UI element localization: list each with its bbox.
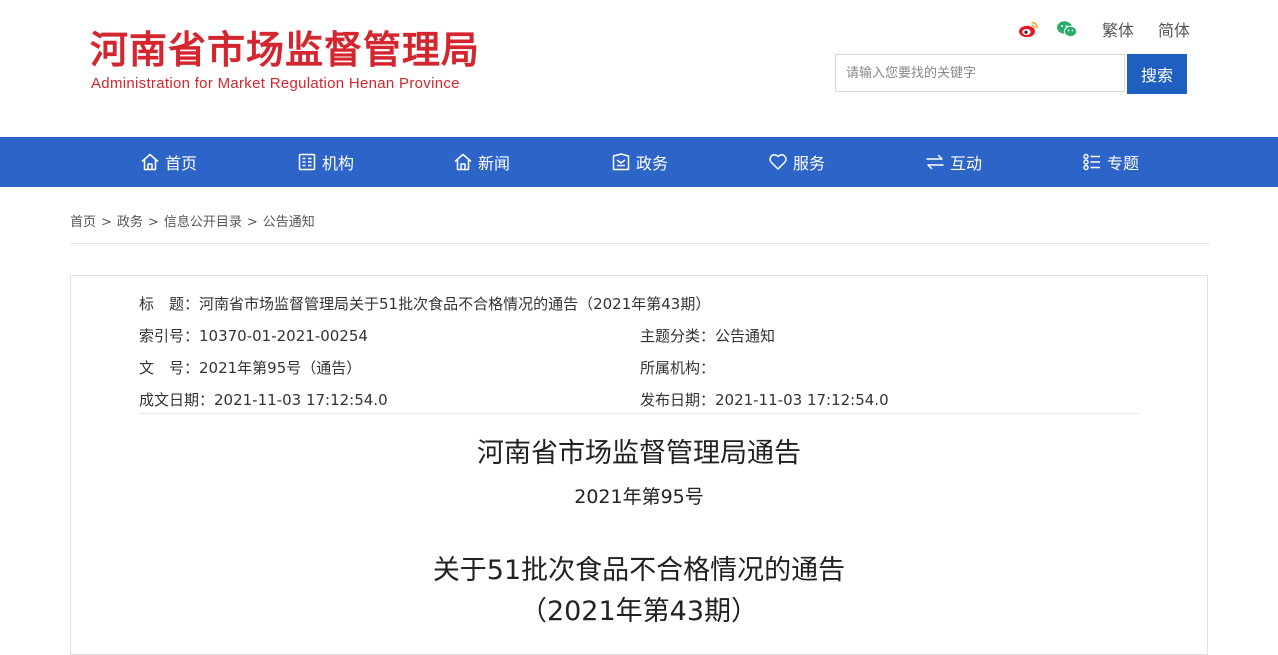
nav-item-government-affairs[interactable]: 政务 <box>611 137 668 187</box>
organization-icon <box>297 152 317 172</box>
news-icon <box>453 152 473 172</box>
nav-label: 机构 <box>322 154 355 173</box>
site-subtitle: Administration for Market Regulation Hen… <box>91 75 460 92</box>
breadcrumb: 首页 > 政务 > 信息公开目录 > 公告通知 <box>70 211 315 230</box>
simplified-chinese-link[interactable]: 简体 <box>1158 17 1190 41</box>
site-title[interactable]: 河南省市场监督管理局 <box>90 26 480 74</box>
nav-label: 新闻 <box>478 154 511 173</box>
breadcrumb-item-info-directory[interactable]: 信息公开目录 <box>164 215 242 230</box>
breadcrumb-separator: > <box>147 215 159 230</box>
search-button[interactable]: 搜索 <box>1127 54 1187 94</box>
nav-label: 专题 <box>1107 154 1140 173</box>
meta-index-number: 索引号：10370-01-2021-00254 <box>139 327 368 345</box>
nav-item-services[interactable]: 服务 <box>768 137 825 187</box>
meta-published-date: 发布日期：2021-11-03 17:12:54.0 <box>640 391 889 409</box>
traditional-chinese-link[interactable]: 繁体 <box>1102 17 1134 41</box>
nav-item-home[interactable]: 首页 <box>140 137 197 187</box>
heart-icon <box>768 152 788 172</box>
meta-created-date: 成文日期：2021-11-03 17:12:54.0 <box>139 391 388 409</box>
nav-label: 首页 <box>165 154 198 173</box>
document-number: 2021年第95号 <box>574 486 704 508</box>
meta-category: 主题分类：公告通知 <box>640 327 776 345</box>
meta-document-number: 文 号：2021年第95号（通告） <box>139 359 362 377</box>
nav-item-news[interactable]: 新闻 <box>453 137 510 187</box>
breadcrumb-separator: > <box>101 215 112 230</box>
nav-label: 政务 <box>636 154 669 173</box>
nav-item-interaction[interactable]: 互动 <box>925 137 982 187</box>
nav-item-organization[interactable]: 机构 <box>297 137 354 187</box>
breadcrumb-item-government-affairs[interactable]: 政务 <box>117 215 143 230</box>
breadcrumb-divider <box>70 243 1210 244</box>
breadcrumb-item-home[interactable]: 首页 <box>70 215 96 230</box>
search-input[interactable] <box>835 54 1125 92</box>
nav-item-topics[interactable]: 专题 <box>1082 137 1139 187</box>
weibo-icon[interactable] <box>1018 18 1040 40</box>
document-heading: 河南省市场监督管理局通告 <box>477 438 801 469</box>
meta-title: 标 题：河南省市场监督管理局关于51批次食品不合格情况的通告（2021年第43期… <box>139 295 711 313</box>
nav-label: 服务 <box>793 154 826 173</box>
top-links: 繁体 简体 <box>1018 18 1190 40</box>
document-subject: 关于51批次食品不合格情况的通告 <box>432 555 846 586</box>
nav-label: 互动 <box>950 154 983 173</box>
breadcrumb-item-announcements[interactable]: 公告通知 <box>263 215 315 230</box>
meta-divider <box>139 413 1139 414</box>
meta-agency: 所属机构： <box>640 359 716 377</box>
government-affairs-icon <box>611 152 631 172</box>
main-nav: 首页 机构 新闻 政务 服务 互动 专题 <box>0 137 1278 187</box>
document-subject-issue: （2021年第43期） <box>519 596 759 627</box>
topics-list-icon <box>1082 152 1102 172</box>
wechat-icon[interactable] <box>1056 18 1078 40</box>
exchange-icon <box>925 152 945 172</box>
breadcrumb-separator: > <box>246 215 258 230</box>
home-icon <box>140 152 160 172</box>
